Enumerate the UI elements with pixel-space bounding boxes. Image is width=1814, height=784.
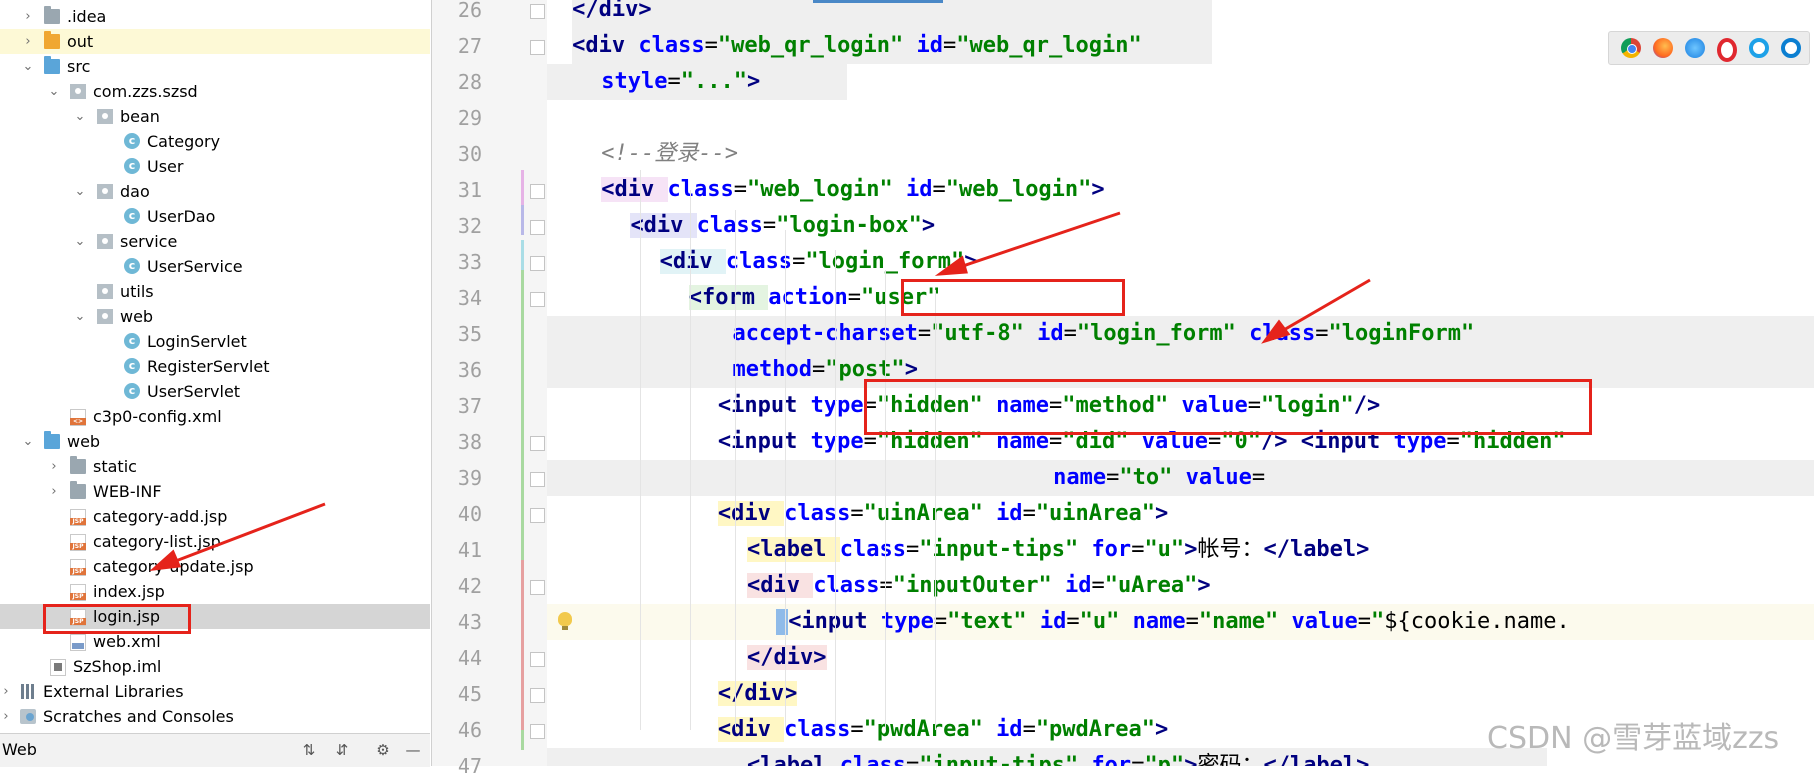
- fold-marker-icon[interactable]: [530, 724, 545, 739]
- fold-marker-icon[interactable]: [530, 256, 545, 271]
- collapse-all-icon[interactable]: ⇵: [334, 742, 350, 758]
- line-number: 40: [457, 502, 482, 526]
- line-number: 36: [457, 358, 482, 382]
- settings-icon[interactable]: ⚙: [375, 742, 391, 758]
- scope-label: Web: [2, 740, 37, 759]
- line-number: 37: [457, 394, 482, 418]
- line-number: 42: [457, 574, 482, 598]
- line-number: 29: [457, 106, 482, 130]
- lightbulb-icon[interactable]: [558, 612, 572, 630]
- line-number: 47: [457, 754, 482, 778]
- line-number: 34: [457, 286, 482, 310]
- line-number: 31: [457, 178, 482, 202]
- watermark: CSDN @雪芽蓝域zzs: [1487, 721, 1780, 756]
- line-number: 41: [457, 538, 482, 562]
- change-marker: [521, 560, 524, 730]
- expand-all-icon[interactable]: ⇅: [301, 742, 317, 758]
- fold-marker-icon[interactable]: [530, 688, 545, 703]
- line-number: 43: [457, 610, 482, 634]
- line-number: 45: [457, 682, 482, 706]
- fold-marker-icon[interactable]: [530, 4, 545, 19]
- annotation-arrows: [149, 211, 1371, 572]
- fold-marker-icon[interactable]: [530, 184, 545, 199]
- line-number: 33: [457, 250, 482, 274]
- line-number: 30: [457, 142, 482, 166]
- line-number: 35: [457, 322, 482, 346]
- fold-marker-icon[interactable]: [530, 292, 545, 307]
- line-number: 32: [457, 214, 482, 238]
- line-number: 26: [457, 0, 482, 22]
- fold-marker-icon[interactable]: [530, 220, 545, 235]
- hide-icon[interactable]: —: [405, 742, 421, 758]
- change-marker: [521, 240, 524, 270]
- line-number: 27: [457, 34, 482, 58]
- line-number: 46: [457, 718, 482, 742]
- line-number: 38: [457, 430, 482, 454]
- fold-marker-icon[interactable]: [530, 508, 545, 523]
- fold-marker-icon[interactable]: [530, 580, 545, 595]
- tree-status-bar: Web ⇅ ⇵ ⚙ —: [0, 733, 430, 767]
- fold-marker-icon[interactable]: [530, 472, 545, 487]
- line-number: 28: [457, 70, 482, 94]
- fold-marker-icon[interactable]: [530, 436, 545, 451]
- fold-marker-icon[interactable]: [530, 40, 545, 55]
- fold-marker-icon[interactable]: [530, 652, 545, 667]
- line-number: 39: [457, 466, 482, 490]
- change-marker: [521, 205, 524, 235]
- line-number: 44: [457, 646, 482, 670]
